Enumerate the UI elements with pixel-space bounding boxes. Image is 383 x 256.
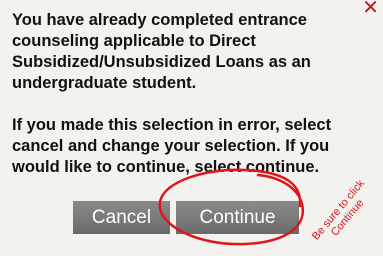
close-icon[interactable]: ✕ — [362, 0, 379, 17]
dialog-message: You have already completed entrance coun… — [12, 11, 332, 176]
continue-button[interactable]: Continue — [176, 201, 299, 234]
cancel-button[interactable]: Cancel — [73, 201, 170, 234]
